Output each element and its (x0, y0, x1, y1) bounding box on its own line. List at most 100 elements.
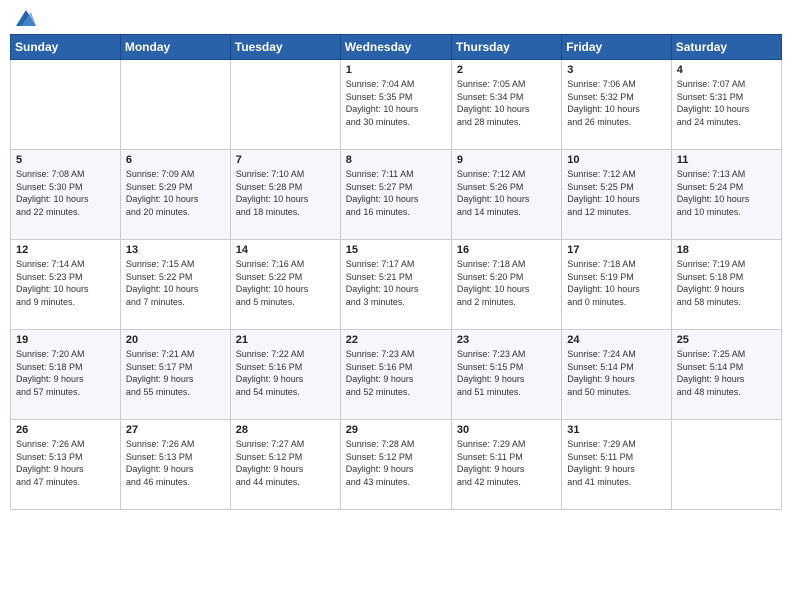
day-content: Sunrise: 7:11 AM Sunset: 5:27 PM Dayligh… (346, 168, 446, 218)
day-content: Sunrise: 7:29 AM Sunset: 5:11 PM Dayligh… (567, 438, 665, 488)
day-cell: 31 Sunrise: 7:29 AM Sunset: 5:11 PM Dayli… (562, 420, 671, 510)
day-content: Sunrise: 7:12 AM Sunset: 5:26 PM Dayligh… (457, 168, 556, 218)
day-content: Sunrise: 7:13 AM Sunset: 5:24 PM Dayligh… (677, 168, 776, 218)
day-content: Sunrise: 7:12 AM Sunset: 5:25 PM Dayligh… (567, 168, 665, 218)
day-number: 20 (126, 334, 225, 346)
day-number: 29 (346, 424, 446, 436)
day-cell: 22 Sunrise: 7:23 AM Sunset: 5:16 PM Dayli… (340, 330, 451, 420)
day-number: 24 (567, 334, 665, 346)
day-content: Sunrise: 7:08 AM Sunset: 5:30 PM Dayligh… (16, 168, 115, 218)
day-cell: 16 Sunrise: 7:18 AM Sunset: 5:20 PM Dayli… (451, 240, 561, 330)
day-content: Sunrise: 7:20 AM Sunset: 5:18 PM Dayligh… (16, 348, 115, 398)
day-cell: 27 Sunrise: 7:26 AM Sunset: 5:13 PM Dayli… (120, 420, 230, 510)
day-number: 19 (16, 334, 115, 346)
day-cell: 20Sunrise: 7:21 AM Sunset: 5:17 PM Dayli… (120, 330, 230, 420)
day-cell: 13 Sunrise: 7:15 AM Sunset: 5:22 PM Dayli… (120, 240, 230, 330)
day-content: Sunrise: 7:17 AM Sunset: 5:21 PM Dayligh… (346, 258, 446, 308)
day-content: Sunrise: 7:18 AM Sunset: 5:20 PM Dayligh… (457, 258, 556, 308)
day-cell: 17Sunrise: 7:18 AM Sunset: 5:19 PM Dayli… (562, 240, 671, 330)
day-cell: 7 Sunrise: 7:10 AM Sunset: 5:28 PM Daylig… (230, 150, 340, 240)
day-number: 14 (236, 244, 335, 256)
day-content: Sunrise: 7:23 AM Sunset: 5:15 PM Dayligh… (457, 348, 556, 398)
header (10, 10, 782, 26)
day-content: Sunrise: 7:06 AM Sunset: 5:32 PM Dayligh… (567, 78, 665, 128)
day-cell: 1 Sunrise: 7:04 AM Sunset: 5:35 PM Daylig… (340, 60, 451, 150)
day-cell (11, 60, 121, 150)
weekday-wednesday: Wednesday (340, 35, 451, 60)
day-number: 21 (236, 334, 335, 346)
day-number: 7 (236, 154, 335, 166)
day-number: 18 (677, 244, 776, 256)
day-content: Sunrise: 7:26 AM Sunset: 5:13 PM Dayligh… (126, 438, 225, 488)
day-content: Sunrise: 7:09 AM Sunset: 5:29 PM Dayligh… (126, 168, 225, 218)
day-cell: 14 Sunrise: 7:16 AM Sunset: 5:22 PM Dayli… (230, 240, 340, 330)
day-cell (671, 420, 781, 510)
day-cell (120, 60, 230, 150)
day-number: 10 (567, 154, 665, 166)
day-number: 31 (567, 424, 665, 436)
day-number: 5 (16, 154, 115, 166)
day-content: Sunrise: 7:16 AM Sunset: 5:22 PM Dayligh… (236, 258, 335, 308)
day-cell: 11Sunrise: 7:13 AM Sunset: 5:24 PM Dayli… (671, 150, 781, 240)
day-cell: 23 Sunrise: 7:23 AM Sunset: 5:15 PM Dayli… (451, 330, 561, 420)
day-content: Sunrise: 7:24 AM Sunset: 5:14 PM Dayligh… (567, 348, 665, 398)
day-cell: 26Sunrise: 7:26 AM Sunset: 5:13 PM Dayli… (11, 420, 121, 510)
weekday-monday: Monday (120, 35, 230, 60)
day-content: Sunrise: 7:04 AM Sunset: 5:35 PM Dayligh… (346, 78, 446, 128)
day-content: Sunrise: 7:07 AM Sunset: 5:31 PM Dayligh… (677, 78, 776, 128)
day-number: 27 (126, 424, 225, 436)
day-content: Sunrise: 7:15 AM Sunset: 5:22 PM Dayligh… (126, 258, 225, 308)
day-number: 15 (346, 244, 446, 256)
day-cell: 9 Sunrise: 7:12 AM Sunset: 5:26 PM Daylig… (451, 150, 561, 240)
day-cell: 3 Sunrise: 7:06 AM Sunset: 5:32 PM Daylig… (562, 60, 671, 150)
day-number: 1 (346, 64, 446, 76)
day-content: Sunrise: 7:28 AM Sunset: 5:12 PM Dayligh… (346, 438, 446, 488)
day-number: 22 (346, 334, 446, 346)
day-cell: 29 Sunrise: 7:28 AM Sunset: 5:12 PM Dayli… (340, 420, 451, 510)
day-cell: 12Sunrise: 7:14 AM Sunset: 5:23 PM Dayli… (11, 240, 121, 330)
day-number: 9 (457, 154, 556, 166)
day-number: 6 (126, 154, 225, 166)
day-content: Sunrise: 7:14 AM Sunset: 5:23 PM Dayligh… (16, 258, 115, 308)
day-number: 28 (236, 424, 335, 436)
page: SundayMondayTuesdayWednesdayThursdayFrid… (0, 0, 792, 520)
day-cell: 15 Sunrise: 7:17 AM Sunset: 5:21 PM Dayli… (340, 240, 451, 330)
day-cell: 30Sunrise: 7:29 AM Sunset: 5:11 PM Dayli… (451, 420, 561, 510)
day-cell: 4 Sunrise: 7:07 AM Sunset: 5:31 PM Daylig… (671, 60, 781, 150)
weekday-tuesday: Tuesday (230, 35, 340, 60)
day-cell: 8 Sunrise: 7:11 AM Sunset: 5:27 PM Daylig… (340, 150, 451, 240)
weekday-header-row: SundayMondayTuesdayWednesdayThursdayFrid… (11, 35, 782, 60)
weekday-friday: Friday (562, 35, 671, 60)
day-content: Sunrise: 7:19 AM Sunset: 5:18 PM Dayligh… (677, 258, 776, 308)
week-row-3: 12Sunrise: 7:14 AM Sunset: 5:23 PM Dayli… (11, 240, 782, 330)
day-content: Sunrise: 7:22 AM Sunset: 5:16 PM Dayligh… (236, 348, 335, 398)
day-number: 3 (567, 64, 665, 76)
day-cell: 19 Sunrise: 7:20 AM Sunset: 5:18 PM Dayli… (11, 330, 121, 420)
day-cell: 24 Sunrise: 7:24 AM Sunset: 5:14 PM Dayli… (562, 330, 671, 420)
day-number: 23 (457, 334, 556, 346)
day-number: 4 (677, 64, 776, 76)
day-number: 8 (346, 154, 446, 166)
weekday-saturday: Saturday (671, 35, 781, 60)
week-row-4: 19 Sunrise: 7:20 AM Sunset: 5:18 PM Dayli… (11, 330, 782, 420)
day-cell: 6 Sunrise: 7:09 AM Sunset: 5:29 PM Daylig… (120, 150, 230, 240)
day-content: Sunrise: 7:23 AM Sunset: 5:16 PM Dayligh… (346, 348, 446, 398)
day-cell: 21 Sunrise: 7:22 AM Sunset: 5:16 PM Dayli… (230, 330, 340, 420)
day-content: Sunrise: 7:29 AM Sunset: 5:11 PM Dayligh… (457, 438, 556, 488)
day-cell: 18 Sunrise: 7:19 AM Sunset: 5:18 PM Dayli… (671, 240, 781, 330)
day-cell: 5 Sunrise: 7:08 AM Sunset: 5:30 PM Daylig… (11, 150, 121, 240)
day-number: 25 (677, 334, 776, 346)
day-number: 26 (16, 424, 115, 436)
day-content: Sunrise: 7:25 AM Sunset: 5:14 PM Dayligh… (677, 348, 776, 398)
day-cell: 28 Sunrise: 7:27 AM Sunset: 5:12 PM Dayli… (230, 420, 340, 510)
weekday-sunday: Sunday (11, 35, 121, 60)
calendar: SundayMondayTuesdayWednesdayThursdayFrid… (10, 34, 782, 510)
day-number: 13 (126, 244, 225, 256)
logo (14, 10, 36, 26)
day-content: Sunrise: 7:10 AM Sunset: 5:28 PM Dayligh… (236, 168, 335, 218)
day-content: Sunrise: 7:27 AM Sunset: 5:12 PM Dayligh… (236, 438, 335, 488)
weekday-thursday: Thursday (451, 35, 561, 60)
logo-icon (16, 10, 36, 26)
day-number: 16 (457, 244, 556, 256)
week-row-5: 26 Sunrise: 7:26 AM Sunset: 5:13 PM Dayli… (11, 420, 782, 510)
